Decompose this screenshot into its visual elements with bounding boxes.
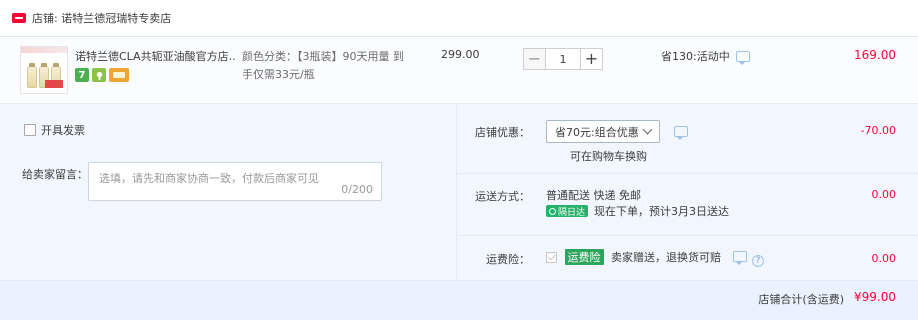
invoice-checkbox[interactable] bbox=[24, 124, 36, 136]
green-service-icon[interactable] bbox=[92, 68, 106, 82]
next-day-badge: 隔日达 bbox=[546, 205, 589, 218]
product-thumbnail[interactable] bbox=[20, 46, 68, 94]
discount-chat-icon[interactable] bbox=[674, 126, 688, 140]
item-subtotal: 169.00 bbox=[854, 48, 896, 62]
service-icons: 7 bbox=[75, 68, 129, 82]
discount-select[interactable]: 省70元:组合优惠 bbox=[546, 120, 660, 143]
help-icon[interactable]: ? bbox=[752, 255, 764, 267]
discount-note: 可在购物车换购 bbox=[570, 150, 647, 163]
chevron-down-icon bbox=[642, 124, 653, 135]
clock-icon bbox=[549, 207, 556, 215]
insurance-info: 运费险 卖家赠送，退换货可赔 ? bbox=[546, 249, 764, 267]
shop-discount-row: 店铺优惠： 省70元:组合优惠 可在购物车换购 -70.00 bbox=[458, 104, 918, 174]
message-char-count: 0/200 bbox=[341, 183, 373, 196]
insurance-checkbox[interactable] bbox=[546, 252, 557, 263]
shop-total-row: 店铺合计(含运费) ¥99.00 bbox=[0, 280, 918, 320]
quantity-decrease-button[interactable]: − bbox=[523, 48, 546, 70]
quantity-input[interactable]: 1 bbox=[546, 48, 580, 70]
tmall-shop-icon bbox=[12, 13, 26, 23]
card-payment-icon[interactable] bbox=[109, 68, 129, 82]
message-placeholder: 选填，请先和商家协商一致，付款后商家可见 bbox=[99, 172, 319, 185]
invoice-option[interactable]: 开具发票 bbox=[24, 122, 85, 138]
shipping-method: 普通配送 快递 免邮 bbox=[546, 189, 641, 202]
promo-info: 省130:活动中 bbox=[661, 48, 750, 65]
quantity-stepper: − 1 + bbox=[523, 48, 603, 70]
invoice-label: 开具发票 bbox=[41, 124, 85, 137]
order-item-row: 诺特兰德CLA共轭亚油酸官方店... 7 颜色分类：【3瓶装】90天用量 到手仅… bbox=[0, 36, 918, 104]
seven-day-return-icon[interactable]: 7 bbox=[75, 68, 89, 82]
quantity-increase-button[interactable]: + bbox=[580, 48, 603, 70]
chat-icon[interactable] bbox=[735, 50, 750, 65]
shop-header: 店铺: 诺特兰德冠瑞特专卖店 bbox=[0, 0, 918, 36]
shop-name[interactable]: 店铺: 诺特兰德冠瑞特专卖店 bbox=[32, 10, 171, 26]
seller-message-input[interactable]: 选填，请先和商家协商一致，付款后商家可见 0/200 bbox=[88, 162, 382, 201]
total-label: 店铺合计(含运费) bbox=[758, 293, 844, 306]
discount-value: -70.00 bbox=[860, 124, 896, 137]
message-label: 给卖家留言： bbox=[22, 168, 88, 181]
shipping-value: 0.00 bbox=[871, 188, 897, 201]
shipping-row: 运送方式： 普通配送 快递 免邮 隔日达 现在下单，预计3月3日送达 0.00 bbox=[458, 174, 918, 236]
insurance-value: 0.00 bbox=[871, 252, 897, 265]
discount-selected: 省70元:组合优惠 bbox=[555, 125, 639, 139]
shipping-label: 运送方式： bbox=[475, 190, 530, 203]
shipping-eta-line: 隔日达 现在下单，预计3月3日送达 bbox=[546, 203, 729, 219]
promo-text: 省130:活动中 bbox=[661, 50, 730, 63]
unit-price: 299.00 bbox=[441, 48, 480, 61]
shipping-eta: 现在下单，预计3月3日送达 bbox=[594, 205, 730, 218]
discount-label: 店铺优惠： bbox=[475, 126, 530, 139]
sku-info: 颜色分类：【3瓶装】90天用量 到手仅需33元/瓶 bbox=[242, 50, 404, 81]
insurance-row: 运费险： 运费险 卖家赠送，退换货可赔 ? 0.00 bbox=[458, 236, 918, 279]
insurance-chat-icon[interactable] bbox=[732, 251, 747, 265]
insurance-badge: 运费险 bbox=[564, 249, 604, 265]
total-value: ¥99.00 bbox=[854, 290, 896, 304]
insurance-label: 运费险： bbox=[486, 253, 530, 266]
product-title[interactable]: 诺特兰德CLA共轭亚油酸官方店... bbox=[75, 48, 235, 64]
insurance-desc: 卖家赠送，退换货可赔 bbox=[611, 251, 721, 264]
